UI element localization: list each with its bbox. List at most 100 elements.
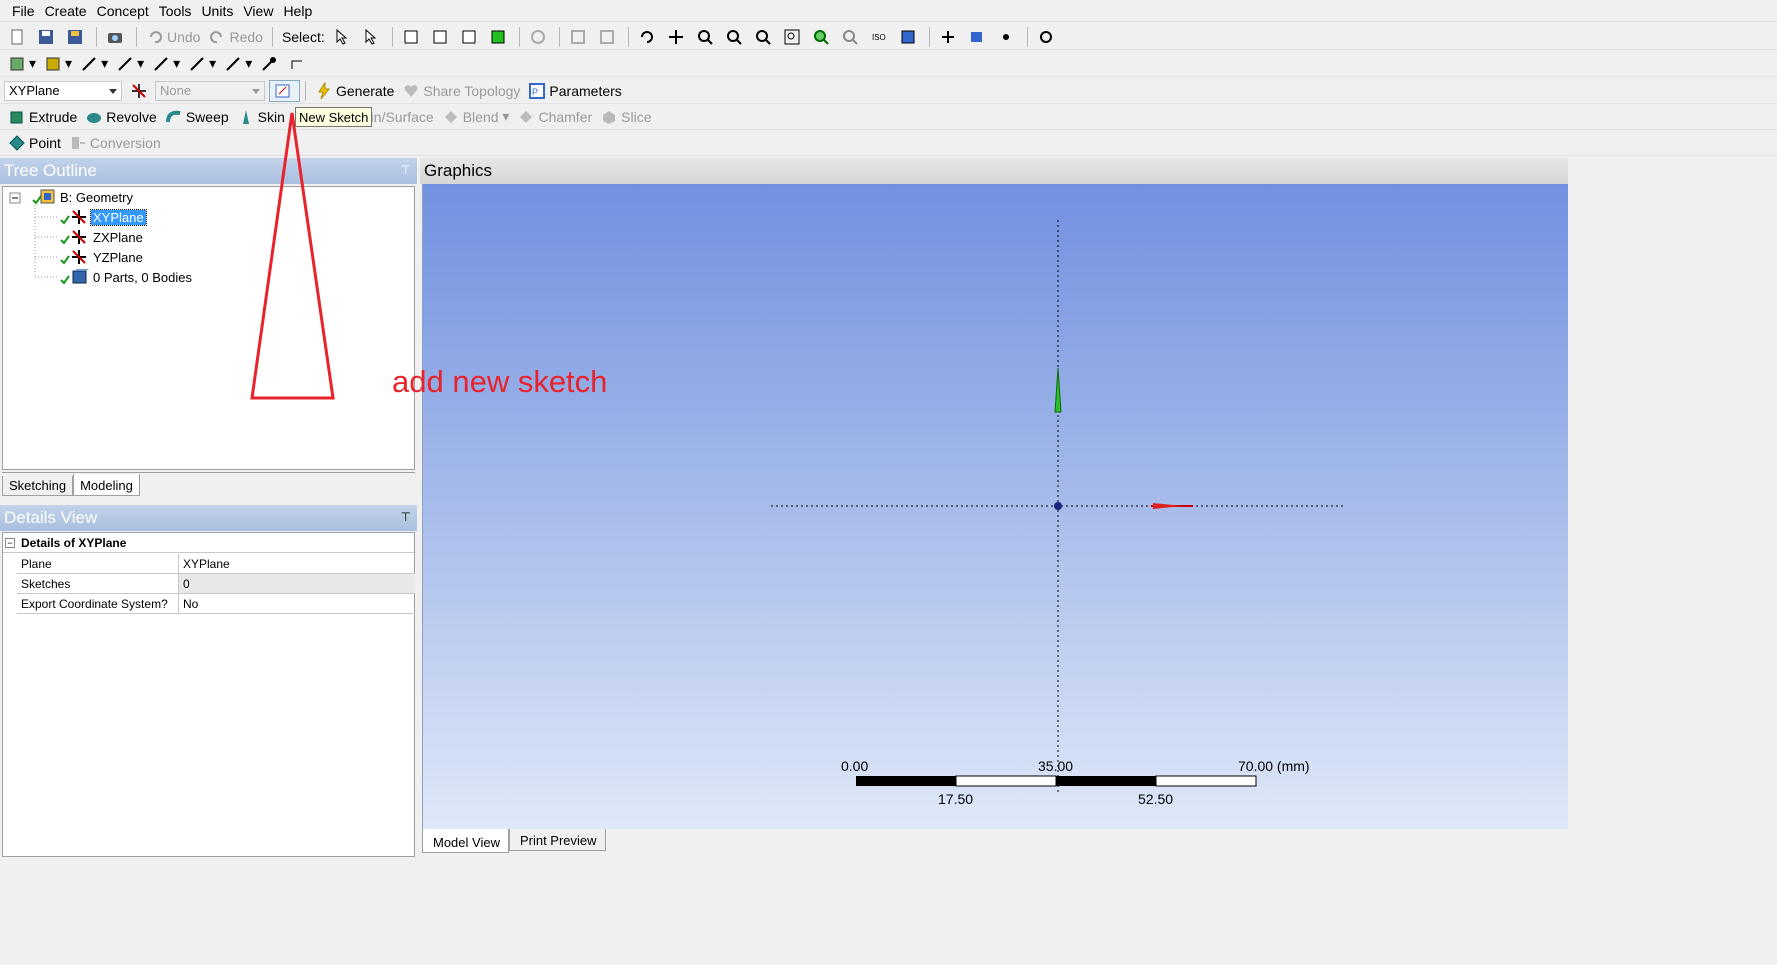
- new-plane-icon: [132, 83, 146, 98]
- plane-select[interactable]: XYPlane: [4, 80, 122, 101]
- rotate-button[interactable]: [634, 26, 663, 48]
- undo-button[interactable]: Undo: [142, 26, 204, 48]
- pin-icon[interactable]: ⊤: [401, 510, 411, 524]
- collapse-icon[interactable]: −: [5, 537, 15, 548]
- named-selection-button[interactable]: [1033, 26, 1062, 48]
- display-mode-button[interactable]: ▾: [4, 53, 40, 75]
- menu-create[interactable]: Create: [45, 3, 87, 19]
- vertex-tool-button[interactable]: ▾: [220, 53, 256, 75]
- dimension-tool-button[interactable]: [285, 53, 314, 75]
- new-button[interactable]: [4, 26, 33, 48]
- parameters-button[interactable]: P Parameters: [524, 80, 625, 102]
- share-topology-button[interactable]: Share Topology: [398, 80, 524, 102]
- display-point-button[interactable]: [993, 26, 1022, 48]
- tree-item-zxplane[interactable]: ZXPlane: [59, 228, 145, 246]
- separator: [518, 26, 520, 47]
- conversion-button[interactable]: Conversion: [65, 132, 165, 154]
- tab-sketching[interactable]: Sketching: [2, 476, 74, 496]
- sketch-toolbar: ▾ ▾ ▾ ▾ ▾ ▾ ▾: [0, 51, 1777, 77]
- redo-button[interactable]: Redo: [204, 26, 266, 48]
- plane-icon: [60, 230, 86, 245]
- zoom-out-button[interactable]: [837, 26, 866, 48]
- zoom-in-button[interactable]: [808, 26, 837, 48]
- menu-bar: File Create Concept Tools Units View Hel…: [0, 0, 1777, 22]
- conversion-label: Conversion: [89, 134, 161, 151]
- dimension-icon: [291, 60, 303, 69]
- extrude-button[interactable]: Extrude: [4, 106, 81, 128]
- point-label: Point: [29, 134, 61, 151]
- body-filter-button[interactable]: [485, 26, 514, 48]
- details-value: 0: [179, 574, 415, 593]
- screenshot-button[interactable]: [102, 26, 131, 48]
- skin-loft-button[interactable]: Skin: [233, 106, 289, 128]
- tab-model-view[interactable]: Model View: [422, 829, 509, 853]
- details-group-header[interactable]: − Details of XYPlane: [3, 533, 414, 553]
- display-mode-icon: [10, 57, 24, 70]
- tree-item-yzplane[interactable]: YZPlane: [59, 248, 145, 266]
- sweep-button[interactable]: Sweep: [161, 106, 233, 128]
- new-plane-button[interactable]: [126, 80, 155, 102]
- menu-tools[interactable]: Tools: [159, 3, 192, 19]
- scale-bar-segment: [1155, 775, 1257, 787]
- tree-outline-header: Tree Outline ⊤: [0, 158, 417, 184]
- new-sketch-button[interactable]: [269, 79, 300, 102]
- edge-filter-button[interactable]: [427, 26, 456, 48]
- menu-view[interactable]: View: [243, 3, 273, 19]
- details-value[interactable]: XYPlane: [179, 554, 415, 573]
- svg-text:P: P: [532, 87, 538, 97]
- blend-button[interactable]: Blend ▾: [438, 106, 514, 128]
- fit-selection-button[interactable]: [594, 26, 623, 48]
- thin-surface-label: hin/Surface: [362, 108, 434, 125]
- point-button[interactable]: Point: [4, 132, 65, 154]
- menu-concept[interactable]: Concept: [97, 3, 149, 19]
- iso-view-button[interactable]: ISO: [866, 26, 895, 48]
- point-filter-button[interactable]: [398, 26, 427, 48]
- pin-tool-button[interactable]: [256, 53, 285, 75]
- frame-button[interactable]: ▾: [40, 53, 76, 75]
- point-tool-button[interactable]: ▾: [76, 53, 112, 75]
- tree-item-xyplane[interactable]: XYPlane: [59, 208, 147, 226]
- triad-button[interactable]: [935, 26, 964, 48]
- extend-button[interactable]: [525, 26, 554, 48]
- tab-print-preview[interactable]: Print Preview: [508, 829, 606, 851]
- menu-units[interactable]: Units: [201, 3, 233, 19]
- view-toggle-button[interactable]: [895, 26, 924, 48]
- tree-item-parts[interactable]: 0 Parts, 0 Bodies: [59, 268, 194, 286]
- select-cursor-icon: [336, 28, 348, 45]
- generate-button[interactable]: Generate: [311, 80, 398, 102]
- display-model-button[interactable]: [964, 26, 993, 48]
- revolve-button[interactable]: Revolve: [81, 106, 161, 128]
- tree-root[interactable]: B: Geometry: [31, 188, 133, 206]
- revolve-icon: [87, 112, 102, 123]
- zoom-fit-button[interactable]: [750, 26, 779, 48]
- pin-icon[interactable]: ⊤: [401, 163, 411, 177]
- chamfer-button[interactable]: Chamfer: [513, 106, 596, 128]
- graphics-viewport[interactable]: 0.00 35.00 70.00 (mm) 17.50 52.50: [422, 184, 1568, 829]
- save-button[interactable]: [33, 26, 62, 48]
- scale-bar-segment: [955, 775, 1057, 787]
- select-mode-button[interactable]: [329, 26, 358, 48]
- details-view-title: Details View: [4, 508, 98, 527]
- fit-button[interactable]: [565, 26, 594, 48]
- svg-text:ISO: ISO: [872, 33, 886, 42]
- body-tool-icon: [190, 56, 204, 71]
- face-filter-button[interactable]: [456, 26, 485, 48]
- body-tool-button[interactable]: ▾: [184, 53, 220, 75]
- zoom-button[interactable]: [692, 26, 721, 48]
- face-tool-button[interactable]: ▾: [148, 53, 184, 75]
- menu-file[interactable]: File: [12, 3, 35, 19]
- zoom-window-button[interactable]: [779, 26, 808, 48]
- box-zoom-button[interactable]: [721, 26, 750, 48]
- menu-help[interactable]: Help: [283, 3, 312, 19]
- conversion-icon: [71, 136, 85, 149]
- main-toolbar: Undo Redo Select: ISO: [0, 24, 1777, 50]
- pan-button[interactable]: [663, 26, 692, 48]
- edge-tool-button[interactable]: ▾: [112, 53, 148, 75]
- sketch-select[interactable]: None: [155, 80, 265, 101]
- details-key: Export Coordinate System?: [17, 594, 179, 613]
- save-as-button[interactable]: [62, 26, 91, 48]
- tab-modeling[interactable]: Modeling: [73, 474, 140, 496]
- slice-button[interactable]: Slice: [596, 106, 655, 128]
- details-value[interactable]: No: [179, 594, 415, 613]
- select-filter-button[interactable]: [358, 26, 387, 48]
